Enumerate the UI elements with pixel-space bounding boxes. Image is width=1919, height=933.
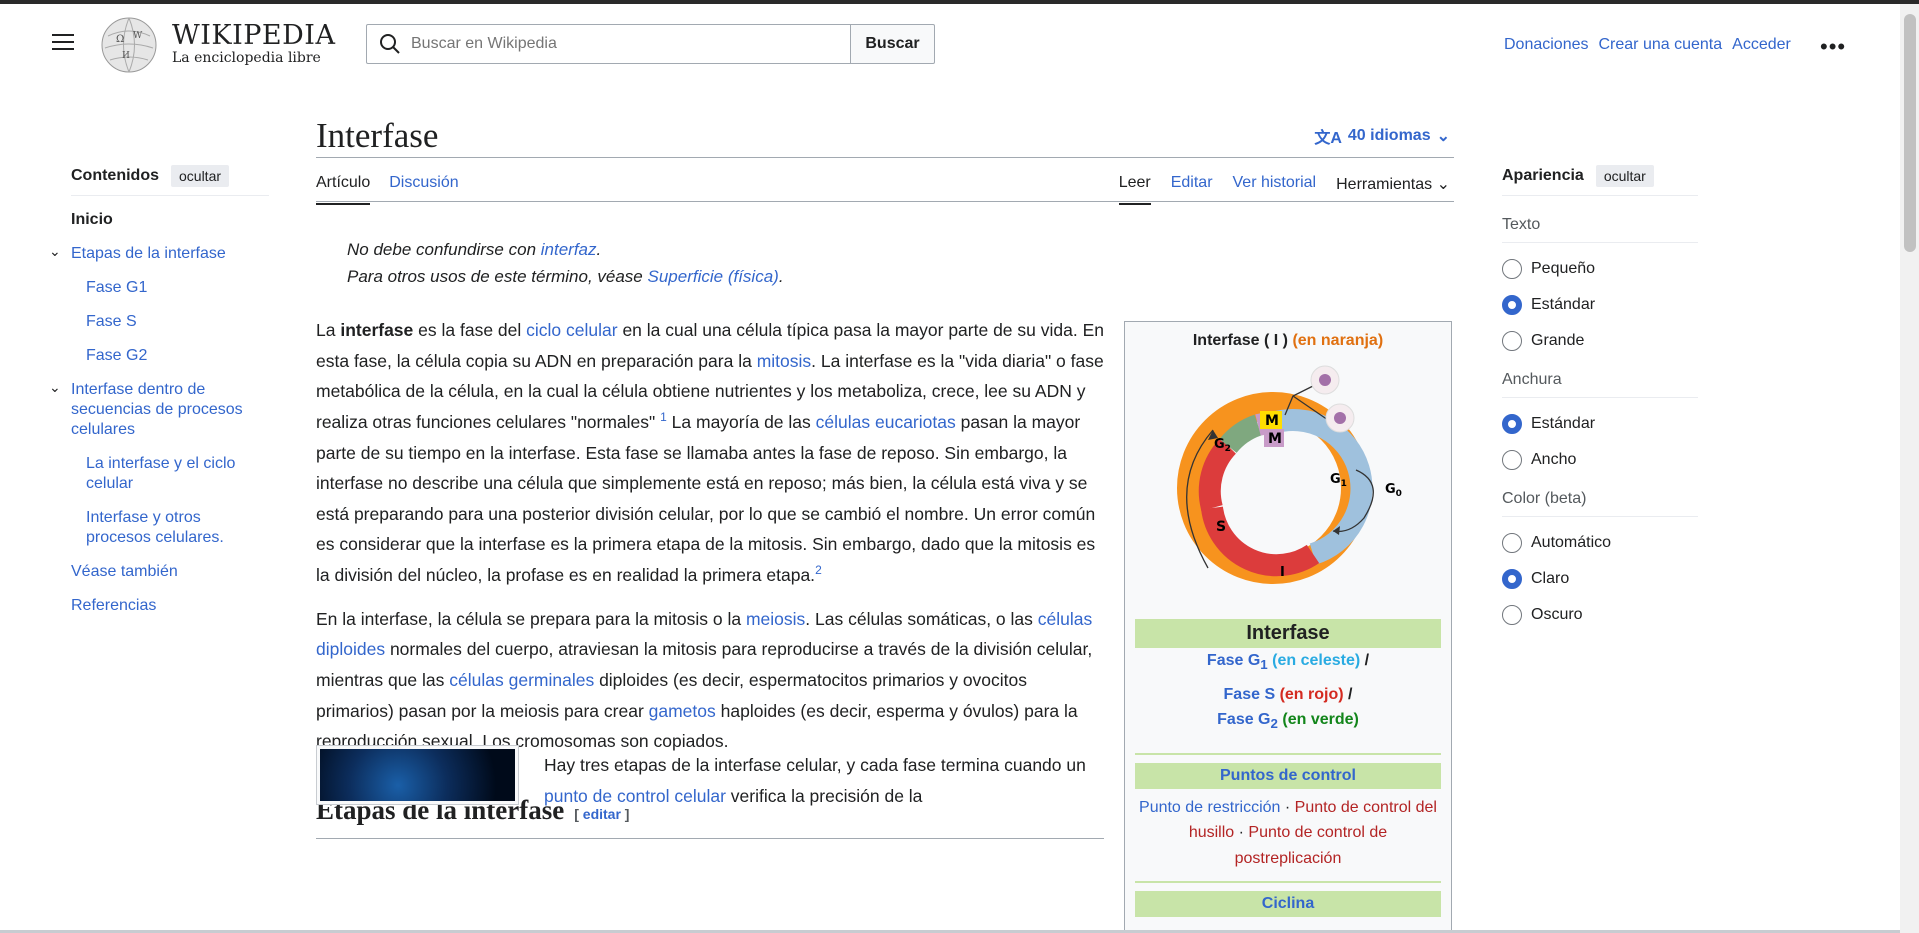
infobox-band-puntos: Puntos de control [1135, 762, 1441, 789]
appearance-hide-button[interactable]: ocultar [1595, 165, 1654, 187]
language-selector[interactable]: 文A 40 idiomas ⌄ [1314, 124, 1450, 148]
infobox-fase-s[interactable]: Fase S (en rojo) / [1135, 682, 1441, 708]
toc-sidebar: Contenidos ocultar Inicio ⌄ Etapas de la … [49, 165, 269, 630]
toc-item-dentro[interactable]: Interfase dentro de secuencias de proces… [71, 381, 243, 438]
toc-item-fase-g2[interactable]: Fase G2 [86, 347, 147, 364]
appearance-panel: Apariencia ocultar Texto Pequeño Estánda… [1502, 165, 1698, 625]
toc-hide-button[interactable]: ocultar [171, 165, 230, 187]
svg-text:Ω: Ω [116, 34, 124, 45]
tab-leer[interactable]: Leer [1118, 174, 1151, 205]
radio-width-wide[interactable]: Ancho [1502, 450, 1698, 470]
link-mitosis[interactable]: mitosis [757, 351, 811, 371]
infobox-band-ciclina: Ciclina [1135, 891, 1441, 918]
main-content: Interfase 文A 40 idiomas ⌄ Artículo Discu… [316, 110, 1454, 933]
link-punto-restriccion[interactable]: Punto de restricción [1139, 799, 1280, 816]
hatnote-link-interfaz[interactable]: interfaz [541, 240, 597, 259]
svg-text:W: W [133, 31, 143, 41]
search-input[interactable] [411, 35, 811, 53]
toc-item-vease[interactable]: Véase también [71, 563, 178, 580]
site-header: Ω W И WIKIPEDIA La enciclopedia libre Bu… [0, 4, 1900, 82]
toc-list: Inicio ⌄ Etapas de la interfase Fase G1 F… [49, 210, 269, 616]
infobox: Interfase ( I ) (en naranja) M M G2 G1 G… [1124, 321, 1452, 933]
chevron-down-icon[interactable]: ⌄ [49, 379, 61, 397]
wikipedia-wordmark[interactable]: WIKIPEDIA [172, 20, 335, 51]
language-count: 40 idiomas [1347, 127, 1431, 144]
main-menu-icon[interactable] [52, 34, 76, 52]
link-meiosis[interactable]: meiosis [746, 609, 805, 629]
paragraph-2: En la interfase, la célula se prepara pa… [316, 608, 1093, 752]
donations-link[interactable]: Donaciones [1504, 36, 1589, 54]
create-account-link[interactable]: Crear una cuenta [1599, 36, 1723, 54]
search-box[interactable] [366, 24, 851, 64]
ref-2[interactable]: 2 [815, 563, 822, 577]
tools-menu[interactable]: Herramientas ⌄ [1336, 174, 1450, 205]
page-title: Interfase [316, 116, 439, 155]
radio-text-small[interactable]: Pequeño [1502, 259, 1698, 279]
paragraph-1: La interfase es la fase del ciclo celula… [316, 320, 1104, 585]
user-links: Donaciones Crear una cuenta Acceder [1504, 36, 1791, 54]
infobox-fase-g1[interactable]: Fase G1 (en celeste) / [1135, 648, 1441, 676]
translate-icon: 文A [1314, 130, 1342, 147]
toc-item-fase-s[interactable]: Fase S [86, 313, 137, 330]
label-i: I [1280, 565, 1285, 580]
search-button[interactable]: Buscar [850, 24, 935, 64]
link-punto-control-postreplicacion[interactable]: Punto de control de postreplicación [1235, 824, 1388, 867]
stage-thumbnail-image[interactable] [316, 745, 519, 805]
toc-item-ciclo[interactable]: La interfase y el ciclo celular [86, 455, 235, 492]
label-m-outer: M [1265, 413, 1279, 429]
more-options-icon[interactable]: ••• [1820, 34, 1846, 60]
radio-color-auto[interactable]: Automático [1502, 533, 1698, 553]
hatnote-link-superficie[interactable]: Superficie (física) [648, 267, 779, 286]
scrollbar-thumb[interactable] [1904, 14, 1916, 252]
wikipedia-globe-logo[interactable]: Ω W И [100, 16, 158, 74]
toc-item-fase-g1[interactable]: Fase G1 [86, 279, 147, 296]
toc-item-referencias[interactable]: Referencias [71, 597, 156, 614]
radio-text-large[interactable]: Grande [1502, 331, 1698, 351]
stages-intro-text: Hay tres etapas de la interfase celular,… [544, 755, 1086, 806]
toc-item-etapas[interactable]: Etapas de la interfase [71, 245, 226, 262]
tab-ver-historial[interactable]: Ver historial [1233, 174, 1317, 205]
color-heading: Color (beta) [1502, 490, 1698, 517]
infobox-title: Interfase ( I ) (en naranja) [1192, 332, 1384, 349]
hatnotes: No debe confundirse con interfaz. Para o… [316, 236, 784, 290]
radio-width-standard[interactable]: Estándar [1502, 414, 1698, 434]
text-size-heading: Texto [1502, 216, 1698, 243]
radio-color-dark[interactable]: Oscuro [1502, 605, 1698, 625]
appearance-title: Apariencia [1502, 167, 1584, 184]
toc-item-otros[interactable]: Interfase y otros procesos celulares. [86, 509, 224, 546]
width-heading: Anchura [1502, 371, 1698, 398]
svg-text:G0: G0 [1385, 482, 1402, 499]
toc-title: Contenidos [71, 167, 159, 184]
page-scrollbar[interactable] [1900, 4, 1919, 933]
link-punto-control-celular[interactable]: punto de control celular [544, 786, 726, 806]
tab-articulo[interactable]: Artículo [316, 174, 371, 205]
chevron-down-icon[interactable]: ⌄ [49, 243, 61, 261]
radio-color-light[interactable]: Claro [1502, 569, 1698, 589]
link-gametos[interactable]: gametos [649, 701, 716, 721]
ref-1[interactable]: 1 [660, 410, 667, 424]
search-icon [380, 34, 400, 54]
radio-text-standard[interactable]: Estándar [1502, 295, 1698, 315]
hatnote-2: Para otros usos de este término, véase S… [347, 267, 784, 287]
label-m-inner: M [1268, 431, 1282, 447]
infobox-checkpoints: Punto de restricción · Punto de control … [1139, 798, 1437, 867]
wikipedia-tagline: La enciclopedia libre [172, 50, 321, 66]
svg-text:И: И [122, 51, 130, 61]
link-celulas-germinales[interactable]: células germinales [449, 670, 594, 690]
tab-editar[interactable]: Editar [1171, 174, 1213, 205]
toc-item-inicio[interactable]: Inicio [71, 210, 269, 230]
tab-discusion[interactable]: Discusión [389, 174, 458, 205]
label-s: S [1216, 519, 1226, 535]
hatnote-1: No debe confundirse con interfaz. [347, 240, 602, 259]
link-celulas-eucariotas[interactable]: células eucariotas [816, 412, 956, 432]
cell-cycle-diagram[interactable]: M M G2 G1 G0 S I [1168, 358, 1408, 608]
login-link[interactable]: Acceder [1732, 36, 1791, 54]
chevron-down-icon: ⌄ [1436, 128, 1450, 145]
infobox-fase-g2[interactable]: Fase G2 (en verde) [1135, 707, 1441, 735]
link-ciclo-celular[interactable]: ciclo celular [526, 320, 617, 340]
infobox-band-interfase: Interfase [1135, 619, 1441, 648]
